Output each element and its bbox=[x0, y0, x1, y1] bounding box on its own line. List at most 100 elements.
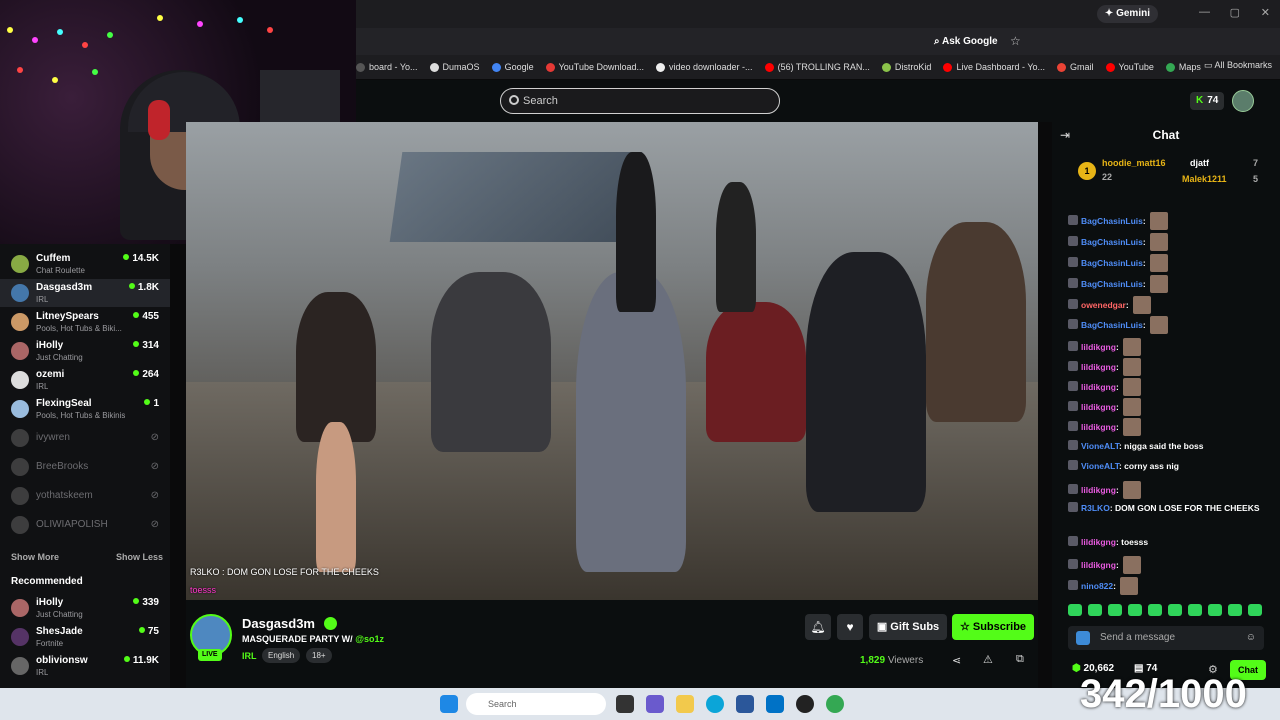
tag-18plus[interactable]: 18+ bbox=[306, 648, 332, 663]
chat-message[interactable]: BagChasinLuis: bbox=[1068, 233, 1268, 251]
chat-message[interactable]: lildikgng: bbox=[1068, 481, 1268, 499]
sidebar-channel[interactable]: ozemi IRL 264 bbox=[0, 366, 170, 394]
taskbar-search[interactable]: Search bbox=[466, 693, 606, 715]
bookmark-item[interactable]: YouTube Download... bbox=[545, 62, 644, 72]
gift-subs-button[interactable]: ▣ Gift Subs bbox=[869, 614, 947, 640]
address-bar[interactable] bbox=[356, 28, 1280, 55]
show-more-button[interactable]: Show More bbox=[11, 552, 59, 562]
video-player[interactable] bbox=[186, 122, 1038, 600]
recommended-channel[interactable]: ShesJade Fortnite 75 bbox=[0, 623, 170, 651]
emote-bar[interactable] bbox=[1068, 603, 1268, 617]
chat-username[interactable]: BagChasinLuis bbox=[1081, 216, 1143, 226]
bookmark-item[interactable]: DistroKid bbox=[881, 62, 931, 72]
chat-username[interactable]: lildikgng bbox=[1081, 342, 1116, 352]
sidebar-channel[interactable]: FlexingSeal Pools, Hot Tubs & Bikinis 1 bbox=[0, 395, 170, 423]
gifter-name[interactable]: Malek1211 bbox=[1182, 174, 1227, 184]
app-icon[interactable] bbox=[796, 695, 814, 713]
bookmark-item[interactable]: board - Yo... bbox=[356, 62, 418, 72]
chat-username[interactable]: lildikgng bbox=[1081, 402, 1116, 412]
user-avatar[interactable] bbox=[1232, 90, 1254, 112]
star-icon[interactable]: ☆ bbox=[1010, 34, 1021, 48]
show-less-button[interactable]: Show Less bbox=[116, 552, 163, 562]
chat-username[interactable]: lildikgng bbox=[1081, 382, 1116, 392]
theater-icon[interactable]: ⧉ bbox=[1016, 653, 1024, 666]
bookmark-item[interactable]: Gmail bbox=[1057, 62, 1094, 72]
sidebar-channel-offline[interactable]: OLIWIAPOLISH ⊘ bbox=[0, 511, 170, 539]
chat-message[interactable]: lildikgng: bbox=[1068, 418, 1268, 436]
task-view-icon[interactable] bbox=[616, 695, 634, 713]
chat-username[interactable]: BagChasinLuis bbox=[1081, 320, 1143, 330]
chat-message[interactable]: lildikgng: bbox=[1068, 358, 1268, 376]
sidebar-channel[interactable]: Dasgasd3m IRL 1.8K bbox=[0, 279, 170, 307]
gifter-name[interactable]: hoodie_matt16 bbox=[1102, 158, 1166, 168]
chat-message[interactable]: BagChasinLuis: bbox=[1068, 212, 1268, 230]
chat-username[interactable]: owenedgar bbox=[1081, 300, 1126, 310]
stream-category[interactable]: IRL bbox=[242, 651, 257, 661]
bookmark-item[interactable]: YouTube bbox=[1105, 62, 1154, 72]
sidebar-channel[interactable]: iHolly Just Chatting 314 bbox=[0, 337, 170, 365]
chat-username[interactable]: BagChasinLuis bbox=[1081, 237, 1143, 247]
emoji-icon[interactable]: ☺ bbox=[1246, 626, 1256, 650]
sidebar-channel-offline[interactable]: BreeBrooks ⊘ bbox=[0, 453, 170, 481]
chat-message[interactable]: lildikgng: toesss bbox=[1068, 536, 1268, 548]
sidebar-channel[interactable]: Cuffem Chat Roulette 14.5K bbox=[0, 250, 170, 278]
chat-message-input[interactable]: Send a message ☺ bbox=[1068, 626, 1264, 650]
chat-username[interactable]: lildikgng bbox=[1081, 537, 1116, 547]
chrome-icon[interactable] bbox=[826, 695, 844, 713]
copilot-icon[interactable] bbox=[646, 695, 664, 713]
outlook-icon[interactable] bbox=[766, 695, 784, 713]
streamer-name[interactable]: Dasgasd3m bbox=[242, 616, 315, 631]
chat-message[interactable]: lildikgng: bbox=[1068, 378, 1268, 396]
heart-icon[interactable]: ♥ bbox=[837, 614, 863, 640]
bookmark-item[interactable]: Live Dashboard - Yo... bbox=[943, 62, 1045, 72]
chat-message[interactable]: owenedgar: bbox=[1068, 296, 1268, 314]
chat-message[interactable]: BagChasinLuis: bbox=[1068, 316, 1268, 334]
chat-username[interactable]: R3LKO bbox=[1081, 503, 1110, 513]
search-input[interactable]: Search bbox=[500, 88, 780, 114]
chat-message[interactable]: lildikgng: bbox=[1068, 338, 1268, 356]
recommended-channel[interactable]: oblivionsw IRL 11.9K bbox=[0, 652, 170, 680]
chat-message[interactable]: lildikgng: bbox=[1068, 556, 1268, 574]
recommended-channel[interactable]: iHolly Just Chatting 339 bbox=[0, 594, 170, 622]
gemini-button[interactable]: ✦ Gemini bbox=[1096, 5, 1158, 23]
chat-username[interactable]: lildikgng bbox=[1081, 362, 1116, 372]
minimize-icon[interactable]: — bbox=[1199, 6, 1210, 18]
chat-message[interactable]: VioneALT: nigga said the boss bbox=[1068, 440, 1268, 452]
all-bookmarks-button[interactable]: ▭ All Bookmarks bbox=[1204, 60, 1272, 71]
stream-title-mention[interactable]: @so1z bbox=[355, 634, 384, 644]
bookmark-item[interactable]: DumaOS bbox=[429, 62, 480, 72]
chat-message[interactable]: lildikgng: bbox=[1068, 398, 1268, 416]
bookmark-item[interactable]: video downloader -... bbox=[656, 62, 753, 72]
chat-username[interactable]: lildikgng bbox=[1081, 422, 1116, 432]
tag-english[interactable]: English bbox=[262, 648, 301, 663]
chat-username[interactable]: lildikgng bbox=[1081, 485, 1116, 495]
bookmark-item[interactable]: Maps bbox=[1165, 62, 1201, 72]
store-icon[interactable] bbox=[736, 695, 754, 713]
chat-message[interactable]: BagChasinLuis: bbox=[1068, 275, 1268, 293]
ask-google-button[interactable]: ⌕ Ask Google bbox=[934, 33, 998, 51]
chat-username[interactable]: lildikgng bbox=[1081, 560, 1116, 570]
chat-username[interactable]: BagChasinLuis bbox=[1081, 279, 1143, 289]
file-explorer-icon[interactable] bbox=[676, 695, 694, 713]
bookmark-item[interactable]: (56) TROLLING RAN... bbox=[764, 62, 870, 72]
chat-username[interactable]: VioneALT bbox=[1081, 441, 1119, 451]
chat-username[interactable]: nino822 bbox=[1081, 581, 1113, 591]
chat-username[interactable]: VioneALT bbox=[1081, 461, 1119, 471]
edge-icon[interactable] bbox=[706, 695, 724, 713]
bookmark-item[interactable]: Google bbox=[491, 62, 534, 72]
chat-message[interactable]: nino822: bbox=[1068, 577, 1268, 595]
report-icon[interactable]: ⚠ bbox=[983, 653, 993, 666]
chat-message[interactable]: VioneALT: corny ass nig bbox=[1068, 460, 1268, 472]
subscribe-button[interactable]: ☆ Subscribe bbox=[952, 614, 1034, 640]
share-icon[interactable]: ⋖ bbox=[952, 654, 961, 667]
maximize-icon[interactable]: ▢ bbox=[1230, 6, 1240, 19]
sidebar-channel-offline[interactable]: yothatskeem ⊘ bbox=[0, 482, 170, 510]
points-badge[interactable]: K 74 bbox=[1190, 92, 1225, 110]
close-icon[interactable]: ✕ bbox=[1261, 6, 1270, 19]
chat-message[interactable]: R3LKO: DOM GON LOSE FOR THE CHEEKS bbox=[1068, 502, 1268, 514]
windows-start-icon[interactable] bbox=[440, 695, 458, 713]
chat-message[interactable]: BagChasinLuis: bbox=[1068, 254, 1268, 272]
sidebar-channel-offline[interactable]: ivywren ⊘ bbox=[0, 424, 170, 452]
chat-username[interactable]: BagChasinLuis bbox=[1081, 258, 1143, 268]
bell-icon[interactable]: 🔔︎ bbox=[805, 614, 831, 640]
